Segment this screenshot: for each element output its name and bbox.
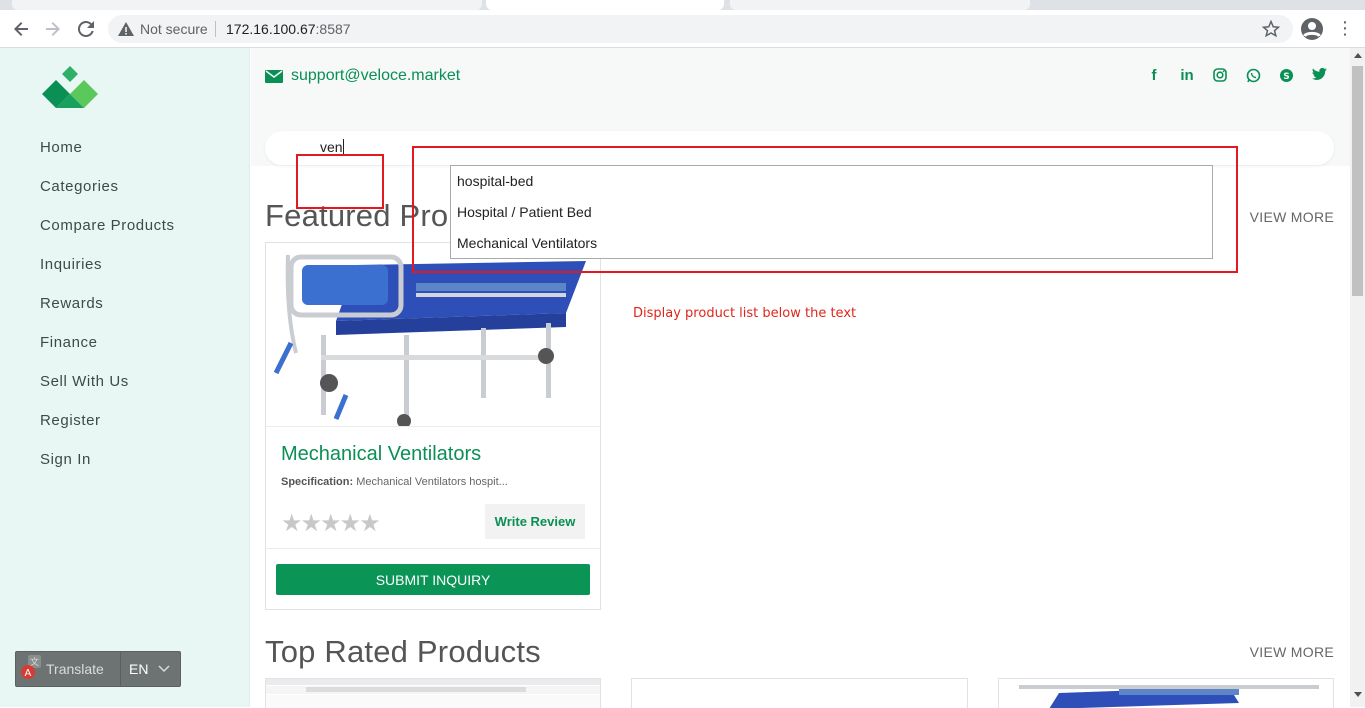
security-label: Not secure: [140, 21, 208, 37]
browser-tab[interactable]: [12, 0, 482, 10]
submit-inquiry-button[interactable]: SUBMIT INQUIRY: [276, 564, 590, 595]
reload-icon: [78, 21, 94, 37]
sidebar: Home Categories Compare Products Inquiri…: [0, 48, 250, 707]
sidebar-item-compare-products[interactable]: Compare Products: [40, 216, 175, 255]
annotation-box-search-text: [296, 154, 384, 209]
write-review-button[interactable]: Write Review: [485, 504, 585, 539]
address-separator: [215, 21, 216, 37]
sidebar-item-home[interactable]: Home: [40, 138, 175, 177]
top-rated-card[interactable]: [265, 678, 601, 708]
veloce-logo[interactable]: [40, 66, 100, 110]
scroll-up-icon[interactable]: [1354, 53, 1362, 58]
language-value: EN: [129, 661, 149, 677]
search-query: ven: [320, 139, 344, 155]
twitter-icon[interactable]: [1311, 67, 1327, 87]
envelope-icon: [265, 69, 283, 83]
product-name[interactable]: Mechanical Ventilators: [281, 443, 481, 466]
support-email-text: support@veloce.market: [291, 67, 461, 84]
sidebar-item-sell-with-us[interactable]: Sell With Us: [40, 372, 175, 411]
address-bar[interactable]: Not secure 172.16.100.67:8587: [108, 15, 1293, 43]
browser-toolbar: Not secure 172.16.100.67:8587 ⋮: [0, 10, 1365, 48]
top-rated-view-more-link[interactable]: VIEW MORE: [1250, 644, 1334, 660]
sidebar-nav: Home Categories Compare Products Inquiri…: [40, 138, 175, 489]
browser-tab-strip: [0, 0, 1365, 10]
forward-button[interactable]: [41, 17, 65, 41]
sidebar-item-inquiries[interactable]: Inquiries: [40, 255, 175, 294]
back-button[interactable]: [9, 17, 33, 41]
reload-button[interactable]: [74, 17, 98, 41]
spec-value: Mechanical Ventilators hospit...: [356, 476, 508, 488]
url-host: 172.16.100.67: [226, 21, 316, 37]
facebook-icon[interactable]: f: [1146, 68, 1162, 87]
whatsapp-icon[interactable]: [1245, 68, 1261, 87]
back-arrow-icon: [14, 22, 28, 36]
language-select[interactable]: EN: [121, 661, 170, 677]
contact-bar: support@veloce.market f in S: [251, 48, 1350, 106]
sidebar-item-sign-in[interactable]: Sign In: [40, 450, 175, 489]
scroll-down-icon[interactable]: [1354, 692, 1362, 697]
product-specification: Specification: Mechanical Ventilators ho…: [281, 476, 508, 488]
skype-icon[interactable]: S: [1278, 68, 1294, 87]
warning-icon: [118, 22, 134, 36]
forward-arrow-icon: [46, 22, 60, 36]
support-email[interactable]: support@veloce.market: [265, 67, 460, 85]
top-rated-section-title: Top Rated Products: [265, 634, 541, 669]
profile-avatar-icon[interactable]: [1301, 18, 1323, 40]
rating-stars-icon[interactable]: ★★★★★: [281, 509, 381, 538]
card-divider: [266, 548, 600, 549]
browser-tab-active[interactable]: [486, 0, 724, 10]
page-scrollbar[interactable]: [1350, 48, 1365, 707]
browser-menu-icon[interactable]: ⋮: [1336, 19, 1354, 37]
spec-label: Specification:: [281, 476, 354, 488]
browser-tab[interactable]: [730, 0, 1030, 10]
annotation-box-suggestions: [412, 146, 1238, 273]
svg-text:A: A: [25, 668, 32, 679]
social-links: f in S: [1146, 68, 1327, 87]
sidebar-item-rewards[interactable]: Rewards: [40, 294, 175, 333]
linkedin-icon[interactable]: in: [1179, 68, 1195, 87]
sidebar-item-categories[interactable]: Categories: [40, 177, 175, 216]
annotation-note: Display product list below the text: [633, 306, 857, 321]
sidebar-item-finance[interactable]: Finance: [40, 333, 175, 372]
bookmark-star-icon[interactable]: [1262, 20, 1280, 38]
top-rated-card[interactable]: [998, 678, 1334, 708]
url-text: 172.16.100.67:8587: [226, 21, 351, 37]
search-query-text: ven: [320, 139, 343, 155]
translate-label: Translate: [46, 661, 104, 677]
chevron-down-icon: [158, 665, 170, 673]
instagram-icon[interactable]: [1212, 68, 1228, 87]
scrollbar-thumb[interactable]: [1352, 66, 1363, 296]
translate-icon: 文 A: [16, 651, 46, 687]
text-caret: [342, 139, 344, 154]
sidebar-item-register[interactable]: Register: [40, 411, 175, 450]
security-indicator[interactable]: Not secure: [118, 21, 208, 37]
translate-widget[interactable]: 文 A Translate EN: [15, 651, 181, 687]
product-card[interactable]: Mechanical Ventilators Specification: Me…: [265, 242, 601, 610]
featured-view-more-link[interactable]: VIEW MORE: [1250, 209, 1334, 225]
svg-text:S: S: [1283, 72, 1289, 82]
url-port: :8587: [315, 21, 351, 37]
top-rated-card[interactable]: [631, 678, 968, 708]
